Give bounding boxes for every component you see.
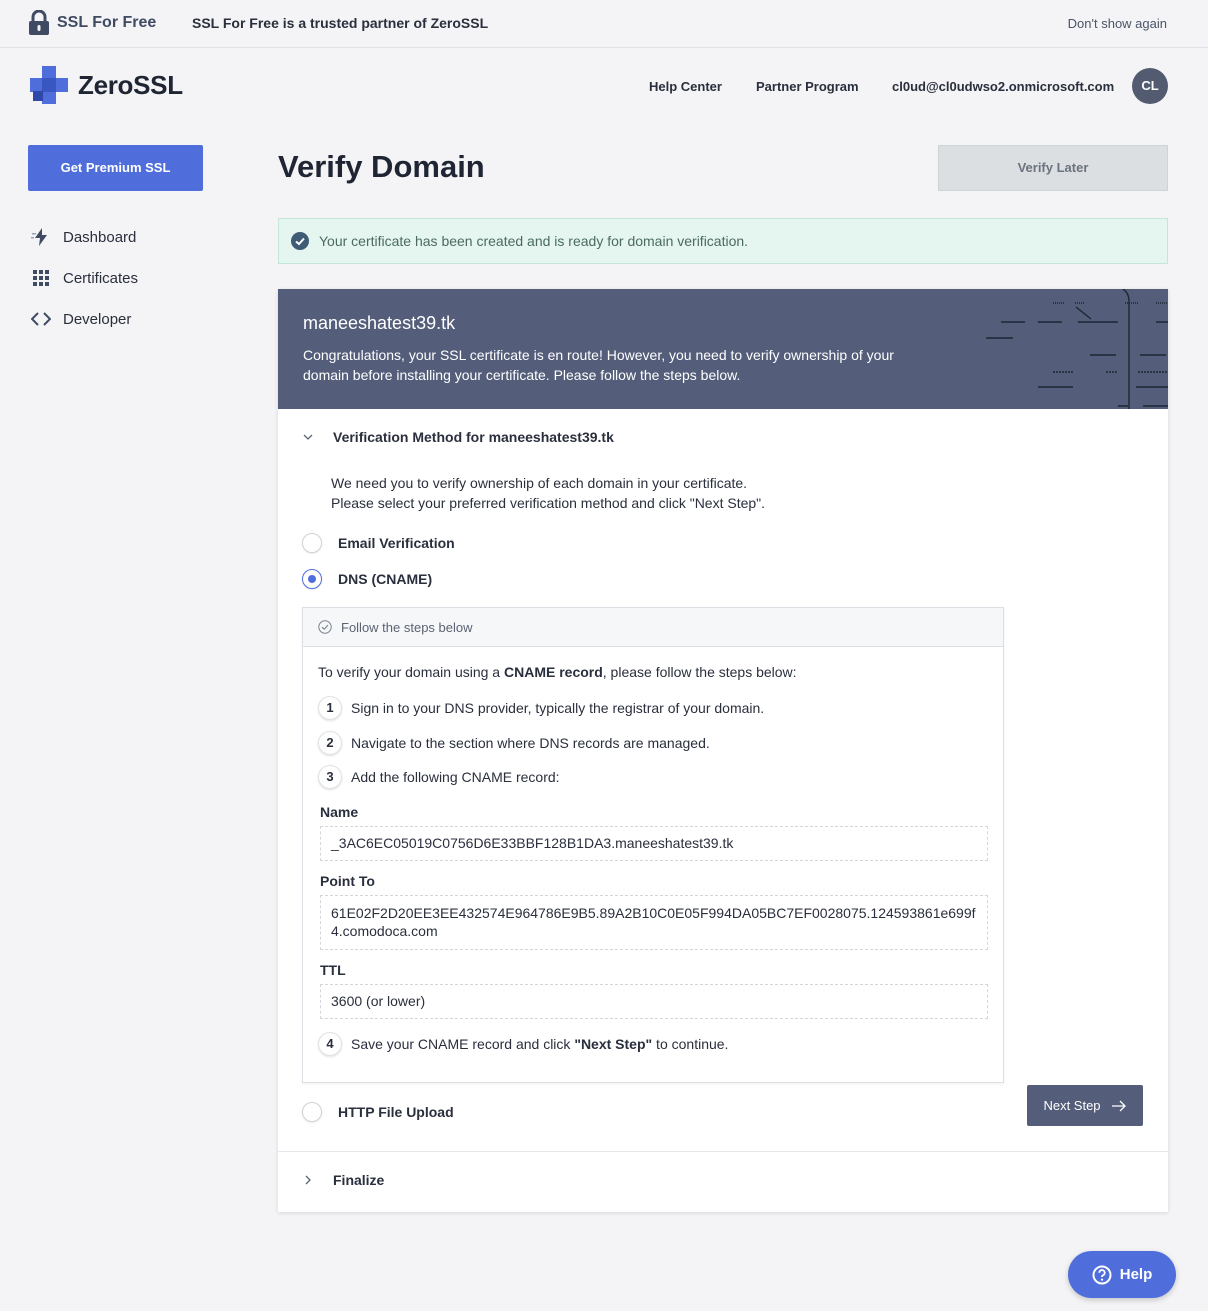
step-number: 4	[318, 1032, 342, 1056]
dont-show-again-link[interactable]: Don't show again	[1068, 16, 1167, 31]
promo-partner-text: SSL For Free is a trusted partner of Zer…	[192, 15, 489, 31]
steps-intro-bold: CNAME record	[503, 664, 603, 680]
finalize-title: Finalize	[333, 1172, 385, 1188]
steps-intro: To verify your domain using a CNAME reco…	[318, 664, 797, 680]
step-4: 4 Save your CNAME record and click "Next…	[318, 1032, 728, 1056]
steps-header: Follow the steps below	[303, 608, 1003, 647]
page-title: Verify Domain	[278, 149, 485, 184]
step-1: 1 Sign in to your DNS provider, typicall…	[318, 696, 764, 720]
sidebar-item-dashboard[interactable]: Dashboard	[30, 225, 136, 249]
intro-line: We need you to verify ownership of each …	[331, 475, 748, 491]
step-3: 3 Add the following CNAME record:	[318, 765, 560, 789]
method-label: HTTP File Upload	[338, 1104, 454, 1120]
domain-name: maneeshatest39.tk	[303, 313, 456, 333]
divider	[278, 1151, 1168, 1152]
sidebar-item-label: Developer	[63, 310, 132, 328]
method-dns-cname[interactable]: DNS (CNAME)	[302, 569, 432, 589]
zerossl-logo-icon[interactable]	[30, 66, 68, 104]
method-email-verification[interactable]: Email Verification	[302, 533, 455, 553]
get-premium-ssl-button[interactable]: Get Premium SSL	[28, 145, 203, 191]
grid-icon	[30, 267, 52, 289]
verification-method-toggle[interactable]: Verification Method for maneeshatest39.t…	[302, 429, 614, 445]
dns-steps-panel: Follow the steps below To verify your do…	[302, 607, 1004, 1083]
help-button[interactable]: Help	[1068, 1251, 1176, 1298]
step-text-part: Save your CNAME record and click	[351, 1036, 575, 1052]
user-email[interactable]: cl0ud@cl0udwso2.onmicrosoft.com	[892, 79, 1114, 94]
step-text: Add the following CNAME record:	[351, 769, 560, 785]
logo-text[interactable]: ZeroSSL	[78, 70, 183, 101]
promo-bar: SSL For Free SSL For Free is a trusted p…	[0, 0, 1208, 48]
intro-line: Please select your preferred verificatio…	[331, 495, 766, 511]
sidebar-item-certificates[interactable]: Certificates	[30, 266, 138, 290]
step-number: 3	[318, 765, 342, 789]
finalize-toggle[interactable]: Finalize	[302, 1172, 384, 1188]
name-label: Name	[320, 804, 359, 820]
step-text: Navigate to the section where DNS record…	[351, 735, 710, 751]
steps-intro-text: To verify your domain using a	[318, 664, 504, 680]
step-number: 1	[318, 696, 342, 720]
help-label: Help	[1119, 1266, 1153, 1283]
code-icon	[30, 308, 52, 330]
ttl-value-field[interactable]: 3600 (or lower)	[320, 984, 988, 1019]
radio-button-selected[interactable]	[302, 569, 322, 589]
verification-intro: We need you to verify ownership of each …	[331, 473, 765, 513]
next-step-label: Next Step	[1043, 1098, 1101, 1113]
sidebar-item-label: Dashboard	[63, 228, 137, 246]
alert-text: Your certificate has been created and is…	[319, 233, 749, 249]
step-2: 2 Navigate to the section where DNS reco…	[318, 731, 710, 755]
card-header: maneeshatest39.tk Congratulations, your …	[278, 289, 1168, 409]
promo-brand: SSL For Free	[57, 14, 157, 31]
congrats-text: Congratulations, your SSL certificate is…	[303, 347, 894, 383]
steps-intro-text: , please follow the steps below:	[602, 664, 797, 680]
step-text: Save your CNAME record and click "Next S…	[351, 1036, 728, 1052]
nav-help-center[interactable]: Help Center	[649, 79, 722, 94]
bolt-icon	[30, 226, 52, 248]
arrow-right-icon	[1111, 1100, 1126, 1111]
point-to-value-field[interactable]: 61E02F2D20EE3EE432574E964786E9B5.89A2B10…	[320, 895, 988, 950]
section-title: Verification Method for maneeshatest39.t…	[333, 429, 614, 445]
verification-card: maneeshatest39.tk Congratulations, your …	[278, 289, 1168, 1212]
ttl-label: TTL	[320, 962, 346, 978]
verify-later-button[interactable]: Verify Later	[938, 145, 1168, 191]
nav-partner-program[interactable]: Partner Program	[756, 79, 859, 94]
steps-header-text: Follow the steps below	[341, 619, 473, 635]
step-text-bold: "Next Step"	[574, 1036, 653, 1052]
radio-button[interactable]	[302, 1102, 322, 1122]
check-circle-outline-icon	[318, 620, 332, 634]
step-text: Sign in to your DNS provider, typically …	[351, 700, 765, 716]
chevron-down-icon	[303, 434, 313, 440]
point-to-label: Point To	[320, 873, 375, 889]
sidebar-item-label: Certificates	[63, 269, 139, 287]
question-circle-icon	[1092, 1265, 1112, 1284]
step-text-part: to continue.	[652, 1036, 729, 1052]
step-number: 2	[318, 731, 342, 755]
lock-icon	[29, 10, 49, 35]
method-label: DNS (CNAME)	[338, 571, 433, 587]
radio-button[interactable]	[302, 533, 322, 553]
avatar[interactable]: CL	[1132, 68, 1168, 104]
decorative-pattern-icon	[986, 289, 1168, 409]
check-circle-icon	[291, 232, 309, 250]
chevron-right-icon	[305, 1175, 311, 1185]
sidebar-item-developer[interactable]: Developer	[30, 307, 131, 331]
method-http-file-upload[interactable]: HTTP File Upload	[302, 1102, 454, 1122]
next-step-button[interactable]: Next Step	[1027, 1085, 1143, 1126]
name-value-field[interactable]: _3AC6EC05019C0756D6E33BBF128B1DA3.manees…	[320, 826, 988, 861]
success-alert: Your certificate has been created and is…	[278, 218, 1168, 264]
method-label: Email Verification	[338, 535, 455, 551]
